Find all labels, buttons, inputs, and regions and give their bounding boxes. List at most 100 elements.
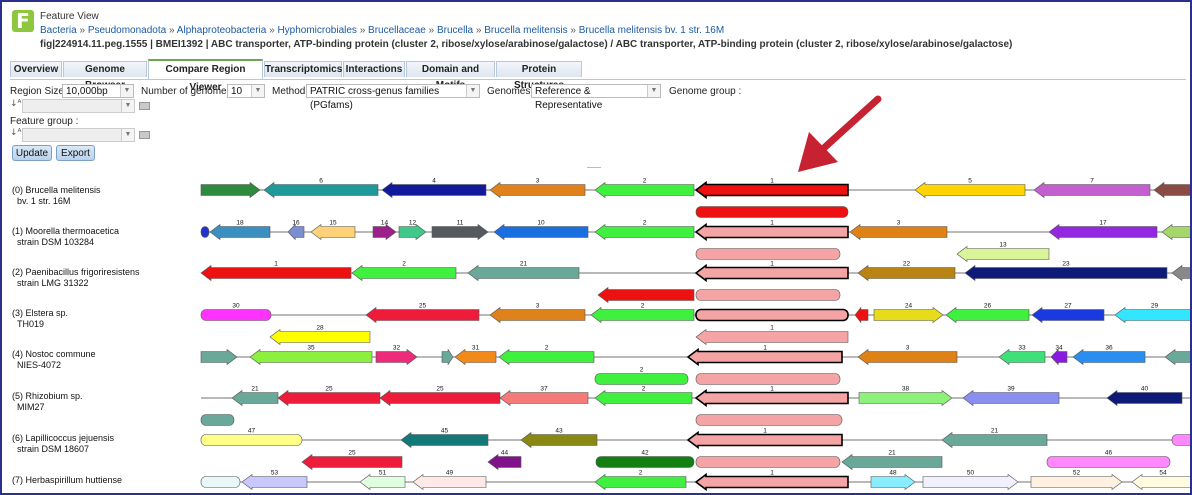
gene-feature[interactable] xyxy=(695,289,841,301)
genomes-select[interactable]: Reference & Representative ▼ xyxy=(531,84,661,111)
gene-feature[interactable] xyxy=(594,373,689,385)
tab-protein-structures[interactable]: Protein Structures xyxy=(496,61,582,91)
gene-feature[interactable] xyxy=(594,181,695,199)
breadcrumb-item[interactable]: Bacteria xyxy=(40,25,77,36)
gene-feature[interactable] xyxy=(694,263,849,283)
gene-feature[interactable] xyxy=(487,453,522,471)
gene-feature[interactable] xyxy=(441,348,454,366)
gene-feature[interactable] xyxy=(1164,348,1192,366)
gene-feature[interactable] xyxy=(694,472,849,492)
gene-feature[interactable] xyxy=(1046,456,1171,468)
gene-feature[interactable] xyxy=(1161,223,1192,241)
breadcrumb-item[interactable]: Brucella melitensis bv. 1 str. 16M xyxy=(579,25,724,36)
gene-feature[interactable] xyxy=(922,473,1019,491)
gene-feature[interactable] xyxy=(1031,306,1105,324)
gene-feature[interactable] xyxy=(849,223,948,241)
gene-feature[interactable] xyxy=(945,306,1030,324)
gene-feature[interactable] xyxy=(695,308,849,322)
gene-feature[interactable] xyxy=(857,264,956,282)
gene-feature[interactable] xyxy=(1153,181,1192,199)
gene-feature[interactable] xyxy=(379,389,501,407)
gene-feature[interactable] xyxy=(597,286,695,304)
gene-feature[interactable] xyxy=(1171,434,1192,446)
breadcrumb-item[interactable]: Pseudomonadota xyxy=(88,25,166,36)
breadcrumb-item[interactable]: Brucella melitensis xyxy=(484,25,567,36)
gene-feature[interactable] xyxy=(231,389,279,407)
gene-feature[interactable] xyxy=(1114,306,1192,324)
gene-feature[interactable] xyxy=(365,306,480,324)
gene-feature[interactable] xyxy=(200,181,261,199)
feature-group-select[interactable]: ▼ xyxy=(22,128,135,142)
tab-interactions[interactable]: Interactions xyxy=(343,61,405,77)
gene-feature[interactable] xyxy=(412,473,487,491)
gene-feature[interactable] xyxy=(686,347,843,367)
gene-feature[interactable] xyxy=(914,181,1026,199)
gene-feature[interactable] xyxy=(964,264,1168,282)
gene-feature[interactable] xyxy=(200,309,272,321)
gene-feature[interactable] xyxy=(200,434,303,446)
gene-feature[interactable] xyxy=(498,348,595,366)
gene-feature[interactable] xyxy=(1171,264,1192,282)
gene-feature[interactable] xyxy=(310,223,356,241)
tab-domain-and-motifs[interactable]: Domain and Motifs xyxy=(406,61,495,91)
gene-feature[interactable] xyxy=(431,223,489,241)
sort-az-icon[interactable]: ↓ᴬ xyxy=(10,128,21,138)
gene-feature[interactable] xyxy=(375,348,418,366)
gene-feature[interactable] xyxy=(695,328,849,346)
gene-feature[interactable] xyxy=(694,388,849,408)
gene-feature[interactable] xyxy=(359,473,406,491)
gene-feature[interactable] xyxy=(489,306,586,324)
breadcrumb-item[interactable]: Alphaproteobacteria xyxy=(177,25,267,36)
gene-feature[interactable] xyxy=(694,180,849,200)
gene-feature[interactable] xyxy=(200,414,235,426)
gene-feature[interactable] xyxy=(590,306,695,324)
gene-feature[interactable] xyxy=(241,473,308,491)
gene-feature[interactable] xyxy=(873,306,944,324)
gene-feature[interactable] xyxy=(1131,473,1192,491)
method-select[interactable]: PATRIC cross-genus families (PGfams) ▼ xyxy=(306,84,480,111)
tab-compare-region-viewer[interactable]: Compare Region Viewer xyxy=(148,59,263,93)
gene-feature[interactable] xyxy=(594,389,693,407)
gene-feature[interactable] xyxy=(594,473,687,491)
gene-feature[interactable] xyxy=(277,389,381,407)
gene-feature[interactable] xyxy=(686,430,843,450)
gene-feature[interactable] xyxy=(493,223,589,241)
gene-feature[interactable] xyxy=(841,453,943,471)
gene-feature[interactable] xyxy=(489,181,586,199)
gene-feature[interactable] xyxy=(695,373,841,385)
gene-feature[interactable] xyxy=(209,223,271,241)
gene-feature[interactable] xyxy=(695,414,843,426)
gene-feature[interactable] xyxy=(1033,181,1151,199)
gene-feature[interactable] xyxy=(400,431,489,449)
gene-feature[interactable] xyxy=(372,223,397,241)
tab-transcriptomics[interactable]: Transcriptomics xyxy=(264,61,342,77)
gene-feature[interactable] xyxy=(287,223,305,241)
gene-feature[interactable] xyxy=(695,248,841,260)
gene-feature[interactable] xyxy=(941,431,1048,449)
breadcrumb-item[interactable]: Brucella xyxy=(437,25,473,36)
gene-feature[interactable] xyxy=(1048,223,1158,241)
gene-feature[interactable] xyxy=(301,453,403,471)
gene-feature[interactable] xyxy=(381,181,487,199)
gene-feature[interactable] xyxy=(595,456,695,468)
gene-feature[interactable] xyxy=(398,223,427,241)
gene-feature[interactable] xyxy=(998,348,1046,366)
gene-feature[interactable] xyxy=(351,264,457,282)
breadcrumb-item[interactable]: Brucellaceae xyxy=(368,25,426,36)
gene-feature[interactable] xyxy=(1050,348,1068,366)
gene-feature[interactable] xyxy=(694,222,849,242)
gene-feature[interactable] xyxy=(263,181,379,199)
breadcrumb-item[interactable]: Hyphomicrobiales xyxy=(277,25,356,36)
gene-feature[interactable] xyxy=(499,389,589,407)
num-genomes-select[interactable]: 10 ▼ xyxy=(227,84,265,98)
gene-feature[interactable] xyxy=(962,389,1060,407)
gene-feature[interactable] xyxy=(594,223,695,241)
export-button[interactable]: Export xyxy=(56,145,95,161)
gene-feature[interactable] xyxy=(956,245,1050,263)
sort-az-icon[interactable]: ↓ᴬ xyxy=(10,99,21,109)
gene-feature[interactable] xyxy=(454,348,497,366)
gene-feature[interactable] xyxy=(695,206,849,218)
gene-feature[interactable] xyxy=(695,456,841,468)
gene-feature[interactable] xyxy=(1072,348,1146,366)
update-button[interactable]: Update xyxy=(12,145,52,161)
